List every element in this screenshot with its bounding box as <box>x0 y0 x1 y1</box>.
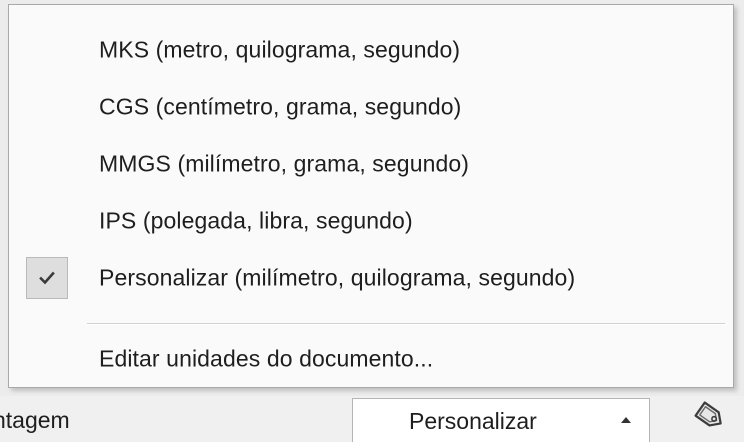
menu-item-label: CGS (centímetro, grama, segundo) <box>99 93 462 120</box>
menu-item-personalizar[interactable]: Personalizar (milímetro, quilograma, seg… <box>9 253 733 303</box>
menu-item-label: MKS (metro, quilograma, segundo) <box>99 36 461 63</box>
status-text: ntagem <box>0 407 70 433</box>
menu-item-label: Personalizar (milímetro, quilograma, seg… <box>99 264 576 291</box>
menu-item-label: MMGS (milímetro, grama, segundo) <box>99 150 470 177</box>
menu-item-label: IPS (polegada, libra, segundo) <box>99 207 413 234</box>
unit-system-dropdown[interactable]: Personalizar <box>352 398 650 442</box>
tag-icon[interactable] <box>691 399 729 433</box>
menu-item-mks[interactable]: MKS (metro, quilograma, segundo) <box>9 25 733 75</box>
menu-item-mmgs[interactable]: MMGS (milímetro, grama, segundo) <box>9 139 733 189</box>
up-arrow-icon[interactable] <box>621 417 631 423</box>
checkmark-box <box>26 257 68 299</box>
menu-item-label: Editar unidades do documento... <box>99 345 434 372</box>
menu-item-cgs[interactable]: CGS (centímetro, grama, segundo) <box>9 82 733 132</box>
menu-item-edit-document-units[interactable]: Editar unidades do documento... <box>9 334 733 384</box>
menu-item-ips[interactable]: IPS (polegada, libra, segundo) <box>9 196 733 246</box>
unit-system-value: Personalizar <box>409 408 537 434</box>
menu-separator <box>87 323 725 325</box>
unit-system-menu: MKS (metro, quilograma, segundo) CGS (ce… <box>8 4 734 388</box>
status-bar: ntagem Personalizar <box>0 396 744 442</box>
checkmark-icon <box>39 271 55 285</box>
screen: MKS (metro, quilograma, segundo) CGS (ce… <box>0 0 744 442</box>
